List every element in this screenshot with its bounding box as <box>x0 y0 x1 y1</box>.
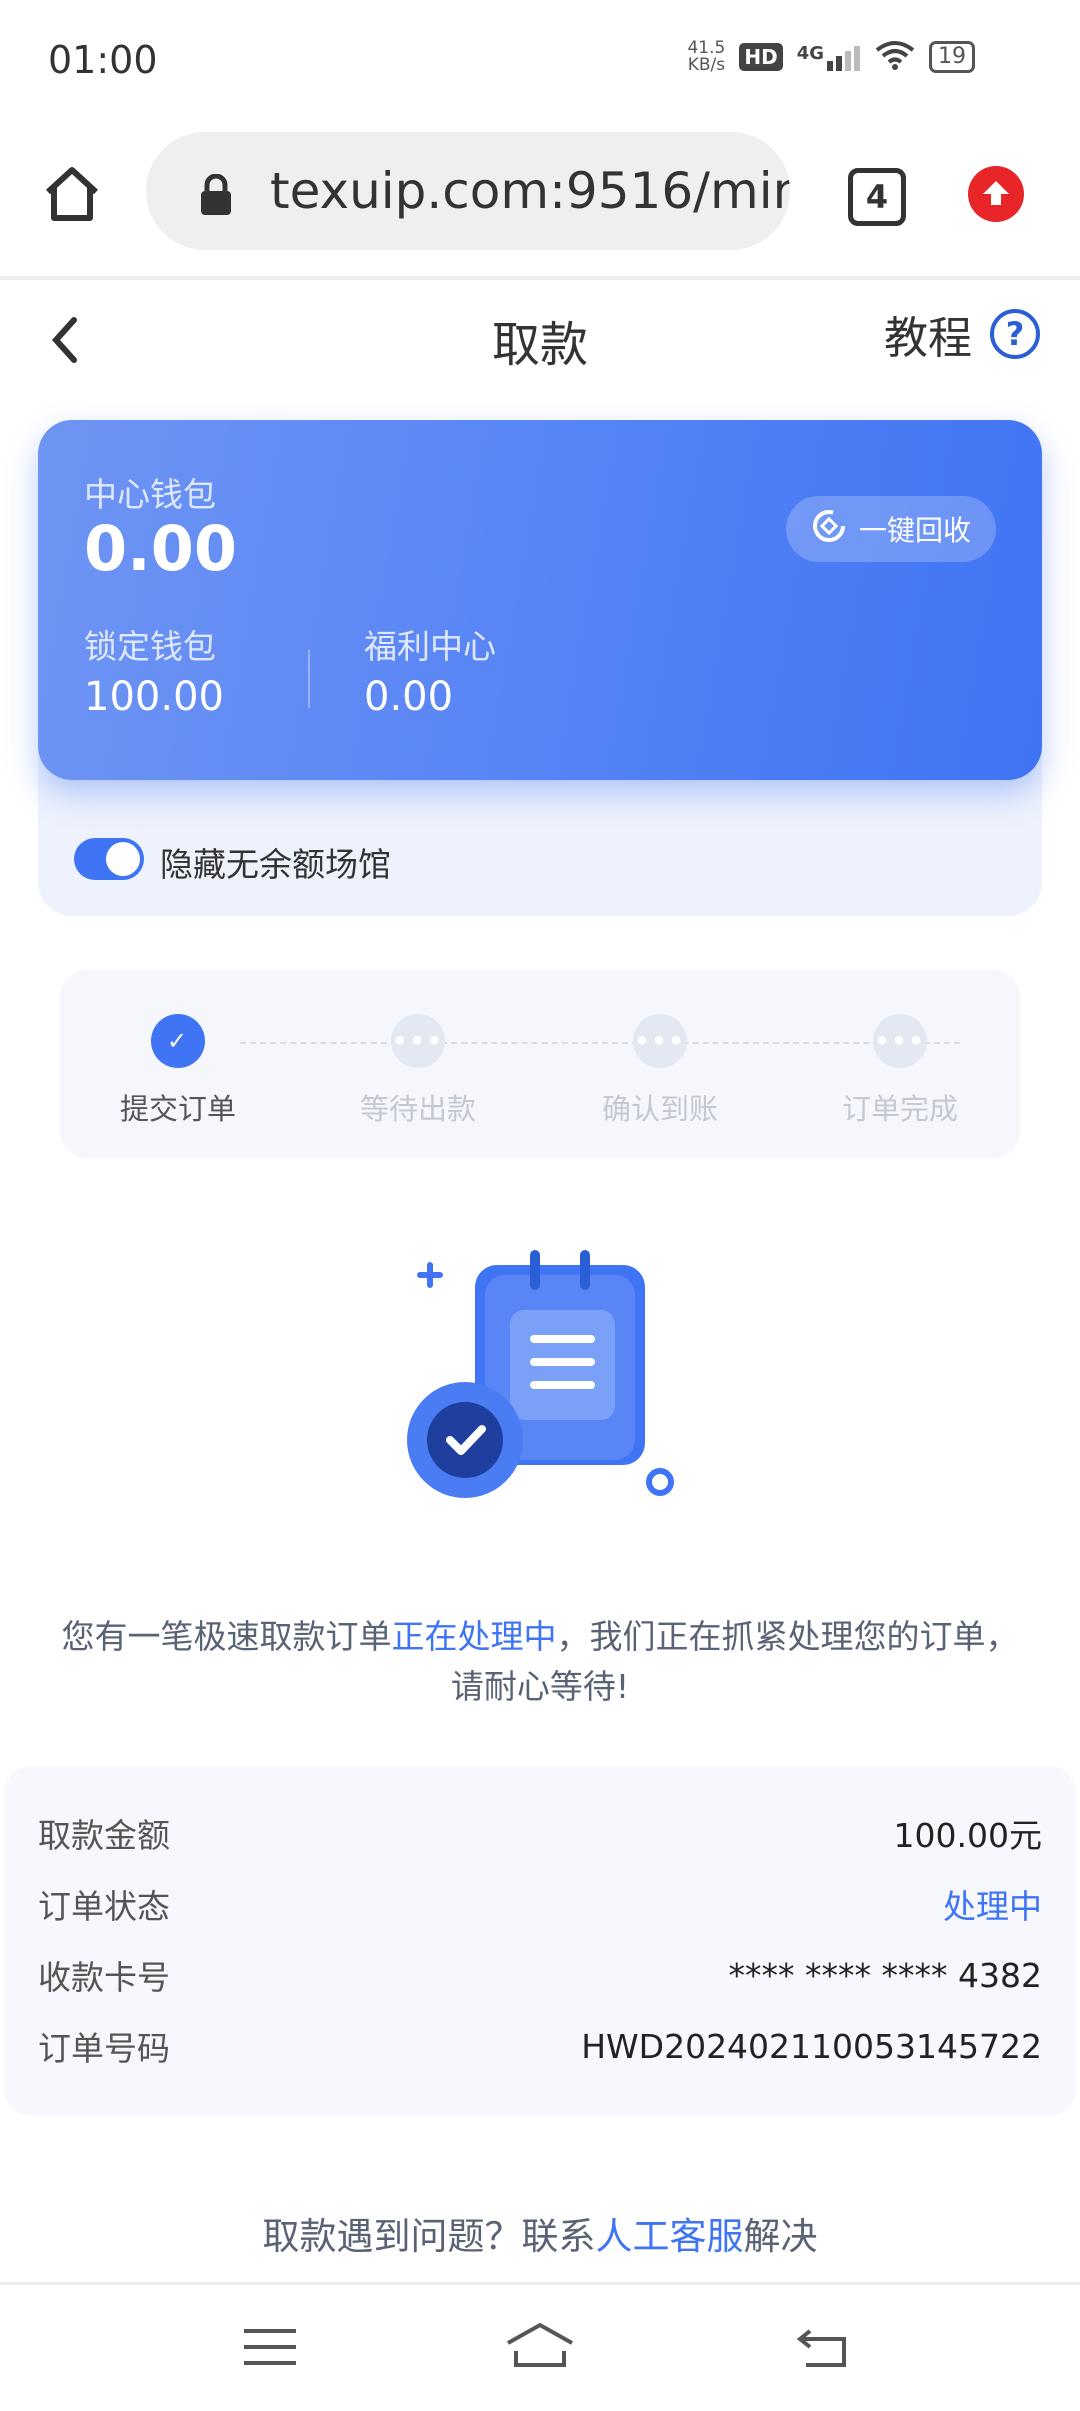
order-status: 处理中 <box>943 1887 1042 1926</box>
home-nav-icon[interactable] <box>504 2321 576 2373</box>
help-icon: ? <box>990 309 1040 359</box>
detail-label: 取款金额 <box>38 1816 170 1855</box>
tutorial-label: 教程 <box>884 313 972 364</box>
wallet-card: 中心钱包 0.00 一键回收 锁定钱包 100.00 福利中心 0.00 <box>38 420 1042 780</box>
locked-wallet-label: 锁定钱包 <box>84 627 216 666</box>
status-icons: 41.5 KB/s HD 4G 19 <box>687 40 975 74</box>
menu-icon[interactable] <box>244 2325 296 2373</box>
order-calendar-illustration <box>400 1240 690 1510</box>
status-time: 01:00 <box>48 38 158 82</box>
pending-icon: ••• <box>873 1014 927 1068</box>
signal-label: 4G <box>796 43 824 64</box>
support-text: 取款遇到问题？联系 <box>262 2215 596 2258</box>
hide-empty-venues-label: 隐藏无余额场馆 <box>160 845 391 884</box>
welfare-amount: 0.00 <box>364 674 454 720</box>
step-label: 订单完成 <box>841 1092 958 1126</box>
recycle-icon <box>811 508 847 551</box>
progress-step: ••• 确认到账 <box>560 1014 760 1128</box>
battery-icon: 19 <box>929 41 975 73</box>
browser-toolbar: texuip.com:9516/mine 4 <box>0 116 1080 280</box>
message-text: 您有一笔极速取款订单 <box>61 1617 392 1656</box>
detail-label: 订单状态 <box>38 1887 170 1926</box>
home-icon[interactable] <box>40 162 104 226</box>
support-text: 解决 <box>743 2215 818 2258</box>
hd-icon: HD <box>739 43 783 71</box>
detail-row: 收款卡号 **** **** **** 4382 <box>38 1950 1042 2000</box>
detail-row: 取款金额 100.00元 <box>38 1808 1042 1858</box>
lock-icon <box>198 173 234 220</box>
step-label: 提交订单 <box>119 1092 236 1126</box>
recycle-label: 一键回收 <box>858 514 971 547</box>
check-icon: ✓ <box>151 1014 205 1068</box>
recycle-button[interactable]: 一键回收 <box>786 496 996 562</box>
wallet-divider <box>308 650 310 708</box>
processing-message: 您有一笔极速取款订单正在处理中，我们正在抓紧处理您的订单，请耐心等待! <box>60 1612 1020 1712</box>
hide-empty-venues-toggle[interactable] <box>74 838 144 880</box>
order-number[interactable]: HWD20240211005314​5722 <box>581 2027 1042 2066</box>
system-nav-bar <box>0 2282 1080 2411</box>
order-details: 取款金额 100.00元 订单状态 处理中 收款卡号 **** **** ***… <box>4 1766 1076 2116</box>
detail-label: 订单号码 <box>38 2029 170 2068</box>
step-label: 等待出款 <box>359 1092 476 1126</box>
center-wallet-amount: 0.00 <box>84 512 237 585</box>
order-progress: ✓ 提交订单 ••• 等待出款 ••• 确认到账 ••• 订单完成 <box>60 970 1020 1158</box>
progress-step: ••• 订单完成 <box>800 1014 1000 1128</box>
tab-switcher-button[interactable]: 4 <box>848 168 906 226</box>
address-bar[interactable]: texuip.com:9516/mine <box>146 132 790 250</box>
upload-icon[interactable] <box>968 166 1024 222</box>
progress-step: ••• 等待出款 <box>318 1014 518 1128</box>
wifi-icon <box>875 40 915 74</box>
support-prompt: 取款遇到问题？联系人工客服解决 <box>0 2206 1080 2260</box>
card-number: **** **** **** 4382 <box>728 1955 1042 1995</box>
customer-service-link[interactable]: 人工客服 <box>596 2215 744 2258</box>
welfare-label: 福利中心 <box>364 627 496 666</box>
detail-label: 收款卡号 <box>38 1958 170 1997</box>
signal-icon: 4G <box>797 43 861 71</box>
back-nav-icon[interactable] <box>796 2325 848 2373</box>
net-speed-unit: KB/s <box>687 55 726 75</box>
withdraw-amount: 100.00元 <box>893 1816 1042 1855</box>
pending-icon: ••• <box>633 1014 687 1068</box>
locked-wallet-amount: 100.00 <box>84 674 224 720</box>
url-text: texuip.com:9516/mine <box>270 162 790 220</box>
detail-row: 订单状态 处理中 <box>38 1879 1042 1929</box>
message-highlight: 正在处理中 <box>391 1617 557 1656</box>
center-wallet-label: 中心钱包 <box>84 475 216 514</box>
pending-icon: ••• <box>391 1014 445 1068</box>
progress-step: ✓ 提交订单 <box>78 1014 278 1128</box>
detail-row: 订单号码 HWD20240211005314​5722 <box>38 2021 1042 2071</box>
tutorial-button[interactable]: 教程 ? <box>884 302 1040 366</box>
step-label: 确认到账 <box>601 1092 718 1126</box>
net-speed: 41.5 KB/s <box>687 40 725 74</box>
